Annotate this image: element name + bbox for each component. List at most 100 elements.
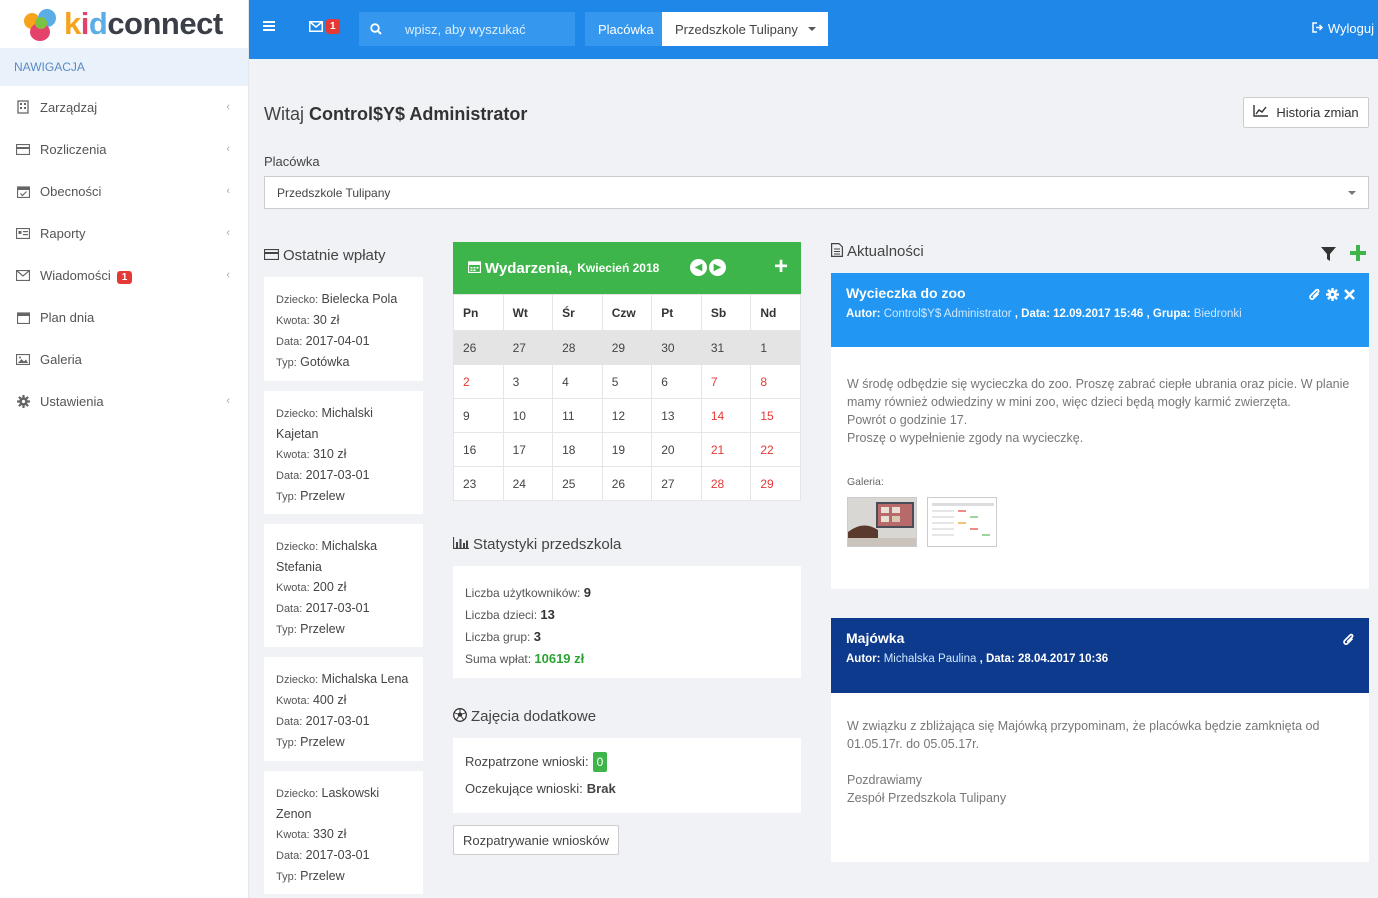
calendar-day[interactable]: 31 — [700, 330, 752, 365]
calendar-day[interactable]: 8 — [750, 364, 801, 399]
calendar-icon — [467, 260, 482, 276]
placowka-label: Placówka — [585, 12, 667, 46]
calendar-week: 26 27 28 29 30 31 1 — [453, 330, 801, 365]
calendar-day[interactable]: 21 — [700, 432, 752, 467]
placowka-select[interactable]: Przedszkole Tulipany — [662, 12, 828, 46]
calendar-day[interactable]: 7 — [700, 364, 752, 399]
gallery-thumbnail[interactable] — [927, 497, 997, 547]
chevron-left-icon: ‹ — [226, 227, 230, 239]
calendar-day[interactable]: 13 — [651, 398, 702, 433]
prev-month-button[interactable]: ◀ — [690, 259, 707, 276]
weekday-header: Wt — [502, 294, 554, 331]
calendar-day[interactable]: 20 — [651, 432, 702, 467]
calendar-day[interactable]: 25 — [552, 466, 603, 501]
calendar-day[interactable]: 9 — [453, 398, 504, 433]
author-link[interactable]: Michalska Paulina — [884, 653, 977, 665]
menu-icon[interactable] — [263, 21, 275, 33]
sidebar-item-rozliczenia[interactable]: Rozliczenia ‹ — [0, 128, 248, 170]
review-requests-button[interactable]: Rozpatrywanie wniosków — [453, 825, 619, 855]
sidebar-item-plan-dnia[interactable]: Plan dnia — [0, 296, 248, 338]
calendar-day[interactable]: 12 — [601, 398, 653, 433]
calendar-day[interactable]: 16 — [453, 432, 504, 467]
filter-icon[interactable] — [1321, 245, 1336, 266]
weekday-header: Pt — [651, 294, 702, 331]
calendar-day[interactable]: 27 — [502, 330, 554, 365]
payment-card: Dziecko: Michalska Lena Kwota: 400 zł Da… — [264, 657, 423, 761]
author-link[interactable]: Control$Y$ Administrator — [884, 308, 1012, 320]
calendar-day[interactable]: 29 — [750, 466, 801, 501]
calendar-day[interactable]: 24 — [502, 466, 554, 501]
close-icon[interactable] — [1344, 288, 1355, 304]
calendar-day[interactable]: 29 — [601, 330, 653, 365]
add-news-button[interactable] — [1350, 245, 1366, 266]
weekday-header: Śr — [552, 294, 603, 331]
news-title: Aktualności — [831, 243, 924, 260]
calendar-day[interactable]: 27 — [651, 466, 702, 501]
gallery-thumbnail[interactable] — [847, 497, 917, 547]
calendar-day[interactable]: 23 — [453, 466, 504, 501]
group-link[interactable]: Biedronki — [1194, 308, 1242, 320]
payment-card: Dziecko: Laskowski Zenon Kwota: 330 zł D… — [264, 771, 423, 894]
news-card: Majówka Autor: Michalska Paulina , Data:… — [831, 618, 1369, 862]
history-button[interactable]: Historia zmian — [1243, 97, 1369, 128]
calendar-day[interactable]: 26 — [453, 330, 504, 365]
calendar-day[interactable]: 4 — [552, 364, 603, 399]
gear-icon[interactable] — [1326, 288, 1339, 304]
calendar-day[interactable]: 17 — [502, 432, 554, 467]
placowka-field-select[interactable]: Przedszkole Tulipany — [264, 176, 1369, 209]
calendar-day[interactable]: 18 — [552, 432, 603, 467]
calendar-day[interactable]: 30 — [651, 330, 702, 365]
sidebar-item-obecnosci[interactable]: Obecności ‹ — [0, 170, 248, 212]
activities-title: Zajęcia dodatkowe — [453, 708, 596, 725]
payments-sum: 10619 zł — [534, 651, 585, 666]
weekday-header: Czw — [601, 294, 653, 331]
calendar-day[interactable]: 15 — [750, 398, 801, 433]
next-month-button[interactable]: ▶ — [709, 259, 726, 276]
calendar-day[interactable]: 14 — [700, 398, 752, 433]
calendar-header: Wydarzenia, Kwiecień 2018 ◀ ▶ + — [453, 242, 801, 294]
topbar: 1 Placówka Przedszkole Tulipany Wyloguj — [249, 0, 1378, 59]
calendar-day[interactable]: 19 — [601, 432, 653, 467]
caret-down-icon — [1348, 191, 1356, 195]
calendar-day[interactable]: 5 — [601, 364, 653, 399]
search-input[interactable] — [405, 21, 575, 37]
calendar-day[interactable]: 22 — [750, 432, 801, 467]
users-count: 9 — [583, 585, 591, 600]
payment-card: Dziecko: Bielecka Pola Kwota: 30 zł Data… — [264, 277, 423, 381]
logout-button[interactable]: Wyloguj — [1312, 21, 1374, 36]
stats-title: Statystyki przedszkola — [452, 536, 621, 553]
calendar-day[interactable]: 6 — [651, 364, 702, 399]
sidebar-item-raporty[interactable]: Raporty ‹ — [0, 212, 248, 254]
calendar-day[interactable]: 10 — [502, 398, 554, 433]
paperclip-icon[interactable] — [1309, 288, 1321, 304]
sidebar-item-wiadomosci[interactable]: Wiadomości 1 ‹ — [0, 254, 248, 296]
calendar-day[interactable]: 28 — [552, 330, 603, 365]
paperclip-icon[interactable] — [1343, 633, 1355, 649]
add-event-button[interactable]: + — [774, 253, 788, 281]
image-icon — [16, 352, 30, 366]
logo[interactable]: kidconnect — [0, 0, 248, 48]
envelope-icon — [16, 268, 30, 282]
sidebar-item-ustawienia[interactable]: Ustawienia ‹ — [0, 380, 248, 422]
calendar-day[interactable]: 28 — [700, 466, 752, 501]
calendar-day[interactable]: 1 — [750, 330, 801, 365]
sidebar: kidconnect NAWIGACJA Zarządzaj ‹ Rozlicz… — [0, 0, 249, 898]
nav-header: NAWIGACJA — [0, 48, 248, 86]
calendar-day[interactable]: 2 — [453, 364, 504, 399]
sidebar-item-zarzadzaj[interactable]: Zarządzaj ‹ — [0, 86, 248, 128]
sidebar-item-galeria[interactable]: Galeria — [0, 338, 248, 380]
events-calendar: Wydarzenia, Kwiecień 2018 ◀ ▶ + Pn Wt Śr Cz… — [453, 242, 801, 501]
calendar-day[interactable]: 11 — [552, 398, 603, 433]
payment-card: Dziecko: Michalski Kajetan Kwota: 310 zł… — [264, 391, 423, 514]
stats-box: Liczba użytkowników: 9 Liczba dzieci: 13… — [453, 566, 801, 678]
calendar-day[interactable]: 26 — [601, 466, 653, 501]
mail-button[interactable]: 1 — [309, 19, 340, 34]
search-icon[interactable] — [359, 23, 393, 35]
calendar-day[interactable]: 3 — [502, 364, 554, 399]
soccer-ball-icon — [453, 708, 467, 725]
calendar-week: 2345678 — [453, 364, 801, 399]
building-icon — [16, 100, 30, 114]
chevron-left-icon: ‹ — [226, 185, 230, 197]
groups-count: 3 — [533, 629, 541, 644]
weekday-header: Nd — [750, 294, 801, 331]
